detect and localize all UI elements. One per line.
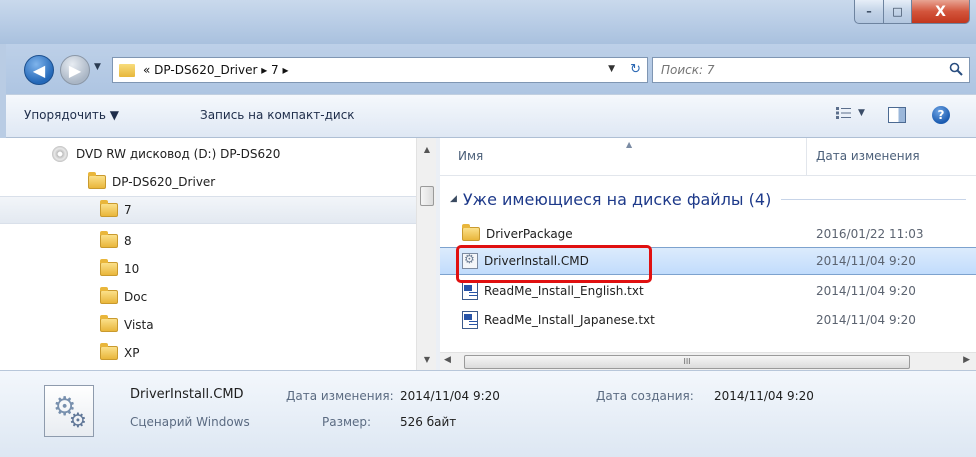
maximize-button[interactable]: □ [884, 0, 912, 24]
search-box[interactable] [652, 57, 970, 83]
dvd-drive-icon [52, 146, 68, 162]
preview-pane-icon[interactable] [888, 107, 906, 123]
scroll-left-icon[interactable]: ◀ [444, 355, 451, 365]
tree-item-7[interactable]: 7 [0, 196, 416, 224]
tree-item-xp[interactable]: XP [0, 339, 416, 367]
tree-item-doc[interactable]: Doc [0, 283, 416, 311]
change-view-button[interactable]: ▼ [836, 107, 865, 119]
folder-icon [462, 224, 480, 241]
file-row-driverinstall-cmd[interactable]: DriverInstall.CMD 2014/11/04 9:20 [440, 247, 976, 275]
caption-buttons: – □ X [854, 0, 970, 26]
file-row-driverpackage[interactable]: DriverPackage 2016/01/22 11:03 [440, 220, 976, 248]
help-icon[interactable]: ? [932, 106, 950, 124]
file-name: ReadMe_Install_English.txt [484, 284, 644, 298]
sort-ascending-icon: ▲ [626, 140, 633, 149]
folder-icon [100, 231, 118, 248]
file-row-readme-english[interactable]: ReadMe_Install_English.txt 2014/11/04 9:… [440, 277, 976, 305]
navigation-pane-scrollbar[interactable]: ▲ ▼ [416, 138, 436, 370]
column-header-name[interactable]: Имя [458, 149, 483, 163]
navigation-bar: ◀ ▶ ▼ « DP-DS620_Driver ▸ 7 ▸ ▼ ↻ [0, 44, 976, 94]
file-name-cell: DriverInstall.CMD [462, 252, 589, 269]
folder-icon [100, 343, 118, 360]
search-input[interactable] [661, 63, 941, 77]
folder-icon [88, 172, 106, 189]
address-bar[interactable]: « DP-DS620_Driver ▸ 7 ▸ ▼ ↻ [112, 57, 648, 83]
tree-item-dp-ds620-driver[interactable]: DP-DS620_Driver [0, 168, 416, 196]
details-filetype: Сценарий Windows [130, 415, 250, 429]
file-list: ▲ Имя Дата изменения ◢ Уже имеющиеся на … [440, 138, 976, 370]
folder-icon [100, 259, 118, 276]
group-header[interactable]: ◢ Уже имеющиеся на диске файлы (4) [440, 186, 976, 212]
organize-button[interactable]: Упорядочить ▼ [24, 108, 119, 122]
details-created-value: 2014/11/04 9:20 [714, 389, 814, 403]
tree-item-label: DVD RW дисковод (D:) DP-DS620 [76, 147, 281, 161]
tree-item-label: 8 [124, 234, 132, 248]
file-name-cell: DriverPackage [462, 224, 573, 241]
tree-item-label: XP [124, 346, 140, 360]
file-name-cell: ReadMe_Install_Japanese.txt [462, 311, 655, 329]
scrollbar-thumb[interactable]: III [464, 355, 910, 369]
file-name: ReadMe_Install_Japanese.txt [484, 313, 655, 327]
title-bar: – □ X [0, 0, 976, 44]
folder-icon [100, 200, 118, 217]
tree-item-dvd-drive[interactable]: DVD RW дисковод (D:) DP-DS620 [0, 140, 416, 168]
script-file-icon [462, 252, 478, 269]
back-button[interactable]: ◀ [24, 55, 54, 85]
file-list-horizontal-scrollbar[interactable]: ◀ III ▶ [440, 352, 976, 370]
scroll-right-icon[interactable]: ▶ [963, 355, 970, 365]
file-name: DriverPackage [486, 227, 573, 241]
details-size-value: 526 байт [400, 415, 457, 429]
tree-item-label: Vista [124, 318, 154, 332]
scroll-up-icon[interactable]: ▲ [417, 142, 437, 158]
forward-button[interactable]: ▶ [60, 55, 90, 85]
folder-icon [119, 63, 135, 77]
file-date: 2016/01/22 11:03 [816, 227, 924, 241]
column-header-date-modified[interactable]: Дата изменения [816, 149, 920, 163]
details-created-label: Дата создания: [596, 389, 694, 403]
details-filename: DriverInstall.CMD [130, 387, 244, 402]
scrollbar-thumb[interactable] [420, 186, 434, 206]
command-bar: Упорядочить ▼ Запись на компакт-диск ▼ ? [0, 94, 976, 138]
text-file-icon [462, 282, 478, 300]
file-date: 2014/11/04 9:20 [816, 284, 916, 298]
tree-item-label: 7 [124, 203, 132, 217]
tree-item-label: DP-DS620_Driver [112, 175, 216, 189]
tree-item-10[interactable]: 10 [0, 255, 416, 283]
views-icon [836, 107, 851, 119]
column-separator[interactable] [806, 138, 807, 176]
minimize-button[interactable]: – [854, 0, 884, 24]
close-button[interactable]: X [912, 0, 970, 24]
text-file-icon [462, 311, 478, 329]
tree-item-label: 10 [124, 262, 140, 276]
script-file-icon: ⚙ ⚙ [44, 385, 94, 437]
details-pane: ⚙ ⚙ DriverInstall.CMD Сценарий Windows Да… [0, 370, 976, 457]
recent-pages-dropdown[interactable]: ▼ [94, 62, 101, 72]
group-divider [781, 198, 966, 200]
folder-icon [100, 315, 118, 332]
file-name: DriverInstall.CMD [484, 254, 589, 268]
group-label: Уже имеющиеся на диске файлы (4) [462, 189, 772, 209]
navigation-pane: DVD RW дисковод (D:) DP-DS620 DP-DS620_D… [0, 138, 436, 370]
folder-icon [100, 287, 118, 304]
chevron-down-icon[interactable]: ▼ [858, 108, 865, 118]
tree-item-8[interactable]: 8 [0, 227, 416, 255]
search-icon[interactable] [949, 62, 963, 76]
tree-item-label: Doc [124, 290, 148, 304]
file-date: 2014/11/04 9:20 [816, 313, 916, 327]
refresh-icon[interactable]: ↻ [630, 62, 641, 77]
breadcrumb[interactable]: « DP-DS620_Driver ▸ 7 ▸ [143, 63, 289, 77]
details-modified-value: 2014/11/04 9:20 [400, 389, 500, 403]
chevron-down-icon[interactable]: ▼ [608, 64, 615, 74]
column-headers: ▲ Имя Дата изменения [440, 138, 976, 176]
details-size-label: Размер: [322, 415, 372, 429]
file-row-readme-japanese[interactable]: ReadMe_Install_Japanese.txt 2014/11/04 9… [440, 306, 976, 334]
collapse-triangle-icon[interactable]: ◢ [450, 194, 457, 204]
file-date: 2014/11/04 9:20 [816, 254, 916, 268]
file-name-cell: ReadMe_Install_English.txt [462, 282, 644, 300]
tree-item-vista[interactable]: Vista [0, 311, 416, 339]
scroll-down-icon[interactable]: ▼ [417, 352, 437, 368]
details-modified-label: Дата изменения: [286, 389, 394, 403]
burn-to-disc-button[interactable]: Запись на компакт-диск [200, 108, 355, 122]
